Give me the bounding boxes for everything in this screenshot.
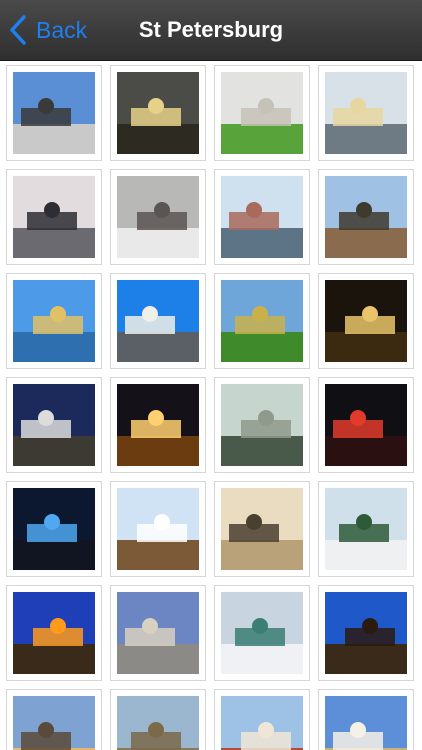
photo-thumbnail[interactable] [214,273,310,369]
photo-thumbnail[interactable] [110,585,206,681]
photo-thumbnail[interactable] [318,585,414,681]
photo-thumbnail[interactable] [318,65,414,161]
photo-thumbnail[interactable] [6,689,102,750]
fortress-lawn-photo [221,72,303,154]
photo-thumbnail[interactable] [6,481,102,577]
bronze-horseman-photo [13,72,95,154]
back-button[interactable]: Back [8,14,87,46]
cathedral-dome-photo [117,696,199,750]
alexander-column-photo [117,280,199,362]
spire-sunset-photo [325,696,407,750]
hermitage-snow-photo [221,592,303,674]
chevron-left-icon [10,15,26,45]
back-label: Back [36,17,88,43]
bridge-night-lights-photo [117,384,199,466]
photo-thumbnail[interactable] [6,65,102,161]
general-staff-arch-photo [117,592,199,674]
embankment-sunset-photo [13,696,95,750]
photo-thumbnail[interactable] [6,169,102,265]
admiralty-night-photo [325,280,407,362]
photo-thumbnail[interactable] [110,65,206,161]
photo-thumbnail[interactable] [6,377,102,473]
photo-thumbnail[interactable] [318,273,414,369]
photo-thumbnail[interactable] [214,65,310,161]
palace-storm-photo [117,72,199,154]
photo-thumbnail[interactable] [214,377,310,473]
horse-tamer-statue-photo [325,592,407,674]
archway-street-photo [221,488,303,570]
photo-thumbnail[interactable] [214,689,310,750]
garden-sculpture-photo [221,384,303,466]
cathedral-waterfront-photo [13,280,95,362]
photo-thumbnail[interactable] [110,377,206,473]
photo-thumbnail[interactable] [318,481,414,577]
tall-ships-photo [117,488,199,570]
horseman-night-photo [13,384,95,466]
st-isaac-cathedral-photo [221,280,303,362]
red-tower-street-photo [221,696,303,750]
photo-thumbnail[interactable] [318,169,414,265]
photo-thumbnail[interactable] [110,481,206,577]
photo-thumbnail[interactable] [110,273,206,369]
photo-gallery-grid[interactable] [0,60,422,750]
photo-thumbnail[interactable] [110,689,206,750]
street-lamp-dusk-photo [13,592,95,674]
photo-thumbnail[interactable] [6,273,102,369]
photo-thumbnail[interactable] [318,689,414,750]
photo-thumbnail[interactable] [214,169,310,265]
bridge-canal-photo [325,72,407,154]
navigation-bar: Back St Petersburg [0,0,422,61]
photo-thumbnail[interactable] [318,377,414,473]
photo-thumbnail[interactable] [214,585,310,681]
photo-thumbnail[interactable] [110,169,206,265]
photo-thumbnail[interactable] [214,481,310,577]
night-traffic-monument-photo [325,384,407,466]
statue-winter-photo [117,176,199,258]
monument-statue-photo [325,176,407,258]
christmas-tree-photo [325,488,407,570]
canal-boats-photo [221,176,303,258]
neva-embankment-photo [13,176,95,258]
photo-thumbnail[interactable] [6,585,102,681]
palace-blue-lights-photo [13,488,95,570]
